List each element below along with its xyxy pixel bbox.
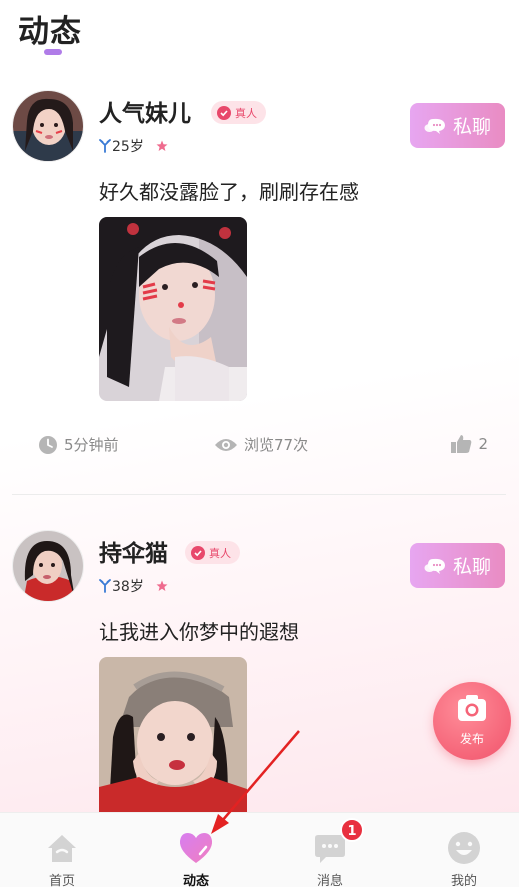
views-label: 浏览77次	[244, 436, 309, 454]
age-label: 25岁	[112, 139, 144, 155]
tab-messages[interactable]: 1 消息	[290, 813, 370, 887]
post-card: 人气妹儿 真人 25岁 私聊 好久都没露脸了，刷刷存在感 5分钟前 浏览77次 …	[0, 88, 519, 495]
tab-label: 首页	[48, 874, 75, 887]
tab-home[interactable]: 首页	[22, 813, 102, 887]
tab-profile[interactable]: 我的	[424, 813, 504, 887]
gender-icon	[99, 139, 111, 153]
tab-label: 动态	[182, 874, 209, 887]
view-count: 浏览77次	[214, 434, 308, 455]
publish-label: 发布	[459, 732, 484, 746]
likes-count: 2	[478, 435, 488, 453]
username[interactable]: 人气妹儿	[99, 94, 191, 128]
avatar[interactable]	[12, 530, 84, 602]
user-meta: 25岁	[99, 136, 168, 156]
post-photo[interactable]	[99, 657, 247, 822]
chat-bubble-icon	[424, 558, 445, 574]
tab-label: 我的	[450, 874, 477, 887]
private-chat-button[interactable]: 私聊	[410, 103, 505, 148]
chat-bubble-icon	[424, 118, 445, 134]
user-meta: 38岁	[99, 576, 168, 596]
divider	[12, 494, 506, 495]
chat-button-label: 私聊	[452, 556, 491, 578]
badge-label: 真人	[209, 546, 231, 560]
star-icon	[156, 140, 168, 151]
unread-badge: 1	[340, 818, 364, 842]
eye-icon	[215, 438, 237, 451]
home-icon	[48, 835, 76, 862]
post-time: 5分钟前	[38, 434, 119, 455]
post-text: 好久都没露脸了，刷刷存在感	[99, 180, 359, 204]
check-icon	[217, 105, 231, 120]
verified-badge: 真人	[185, 541, 240, 564]
header: 动态	[0, 0, 519, 62]
thumbs-up-icon	[451, 435, 472, 453]
smiley-icon	[448, 832, 480, 864]
badge-label: 真人	[235, 106, 257, 120]
post-photo[interactable]	[99, 217, 247, 401]
clock-icon	[39, 435, 57, 454]
page-title: 动态	[18, 14, 82, 50]
heart-icon	[179, 833, 213, 863]
check-icon	[191, 545, 205, 560]
age-label: 38岁	[112, 579, 144, 595]
title-underline	[44, 49, 62, 55]
bottom-tab-bar: 首页 动态 1 消息 我的	[0, 812, 519, 887]
post-text: 让我进入你梦中的遐想	[99, 620, 299, 644]
avatar[interactable]	[12, 90, 84, 162]
post-stats: 5分钟前 浏览77次 2	[0, 434, 519, 458]
private-chat-button[interactable]: 私聊	[410, 543, 505, 588]
chat-button-label: 私聊	[452, 116, 491, 138]
like-button[interactable]: 2	[450, 434, 488, 454]
verified-badge: 真人	[211, 101, 266, 124]
tab-feed[interactable]: 动态	[156, 813, 236, 887]
post-card: 持伞猫 真人 38岁 私聊 让我进入你梦中的遐想	[0, 528, 519, 822]
tab-label: 消息	[316, 874, 343, 887]
publish-button[interactable]: 发布	[433, 682, 511, 760]
star-icon	[156, 580, 168, 591]
gender-icon	[99, 579, 111, 593]
username[interactable]: 持伞猫	[99, 534, 168, 568]
camera-icon	[458, 695, 486, 721]
time-label: 5分钟前	[64, 436, 119, 454]
